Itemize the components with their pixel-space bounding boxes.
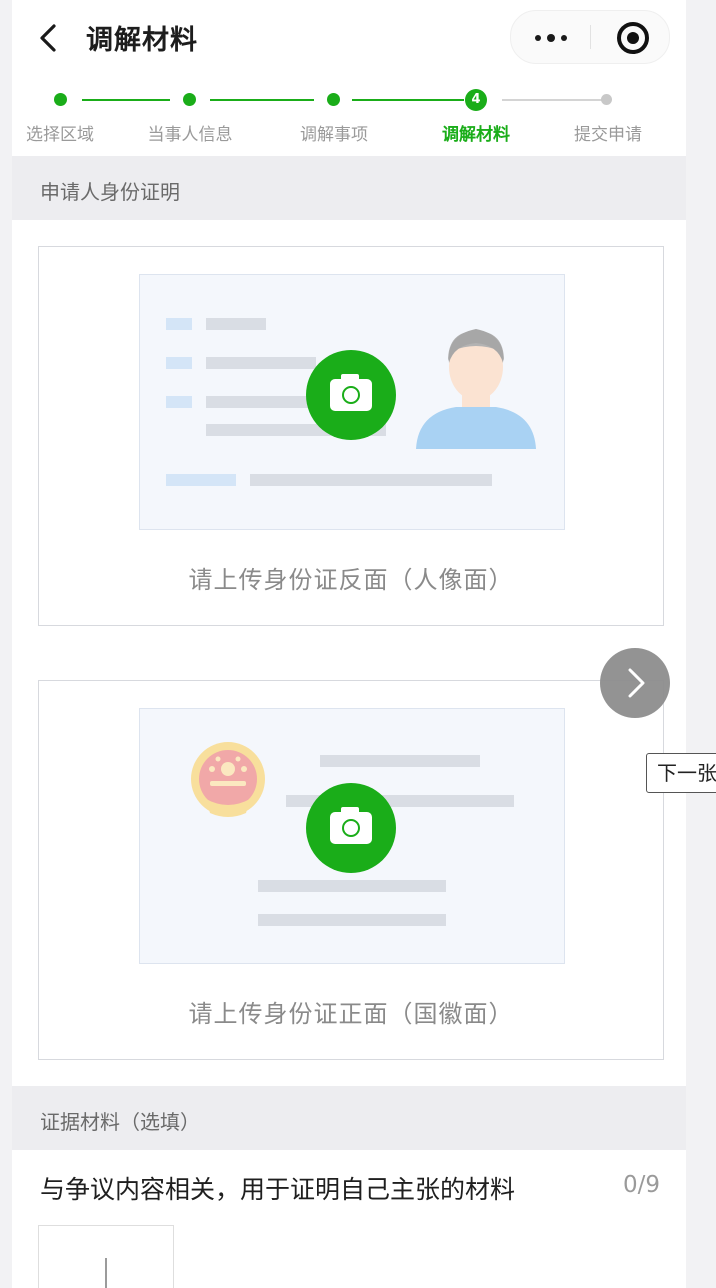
id-back-upload-card[interactable]: 请上传身份证反面（人像面）	[38, 246, 664, 626]
step-connector	[502, 99, 602, 101]
step-dot-done	[183, 93, 196, 106]
app-page: 调解材料 4 选择区域 当事人信息 调解事项 调解材料 提交申请 申请人身份证明…	[12, 0, 686, 1288]
id-back-caption: 请上传身份证反面（人像面）	[188, 566, 514, 594]
section-header-evidence: 证据材料（选填）	[12, 1086, 686, 1150]
mini-program-capsule	[510, 10, 670, 64]
step-dot-done	[54, 93, 67, 106]
chevron-right-icon	[628, 668, 645, 698]
step-label-current: 调解材料	[442, 125, 510, 145]
evidence-description: 与争议内容相关，用于证明自己主张的材料	[40, 1175, 516, 1204]
person-avatar-icon	[416, 329, 536, 449]
step-dot-current: 4	[465, 89, 487, 111]
more-dots-icon	[535, 35, 541, 41]
step-label: 当事人信息	[147, 125, 233, 145]
step-connector	[82, 99, 170, 101]
plus-icon	[105, 1258, 107, 1288]
navigation-bar: 调解材料	[12, 0, 686, 76]
chevron-left-icon	[40, 24, 56, 52]
step-label: 选择区域	[26, 125, 94, 145]
back-button[interactable]	[34, 18, 68, 58]
evidence-count: 0/9	[622, 1172, 660, 1198]
close-button[interactable]	[603, 17, 661, 57]
capsule-divider	[590, 25, 591, 49]
more-button[interactable]	[521, 17, 579, 57]
section-header-identity: 申请人身份证明	[12, 156, 686, 220]
step-dot-todo	[601, 94, 612, 105]
camera-upload-button[interactable]	[306, 783, 396, 873]
section-title: 申请人身份证明	[40, 180, 180, 204]
add-evidence-button[interactable]	[38, 1225, 174, 1288]
section-title: 证据材料（选填）	[40, 1110, 200, 1134]
camera-upload-button[interactable]	[306, 350, 396, 440]
step-label: 提交申请	[574, 125, 642, 145]
step-connector	[210, 99, 314, 101]
step-progress: 4 选择区域 当事人信息 调解事项 调解材料 提交申请	[12, 78, 686, 154]
id-front-caption: 请上传身份证正面（国徽面）	[188, 1000, 514, 1028]
national-emblem-icon	[191, 742, 265, 817]
page-title: 调解材料	[86, 25, 198, 56]
id-front-upload-card[interactable]: 请上传身份证正面（国徽面）	[38, 680, 664, 1060]
step-label: 调解事项	[300, 125, 368, 145]
next-page-button[interactable]	[600, 648, 670, 718]
next-page-label[interactable]: 下一张	[646, 753, 716, 793]
step-connector	[352, 99, 464, 101]
step-dot-done	[327, 93, 340, 106]
